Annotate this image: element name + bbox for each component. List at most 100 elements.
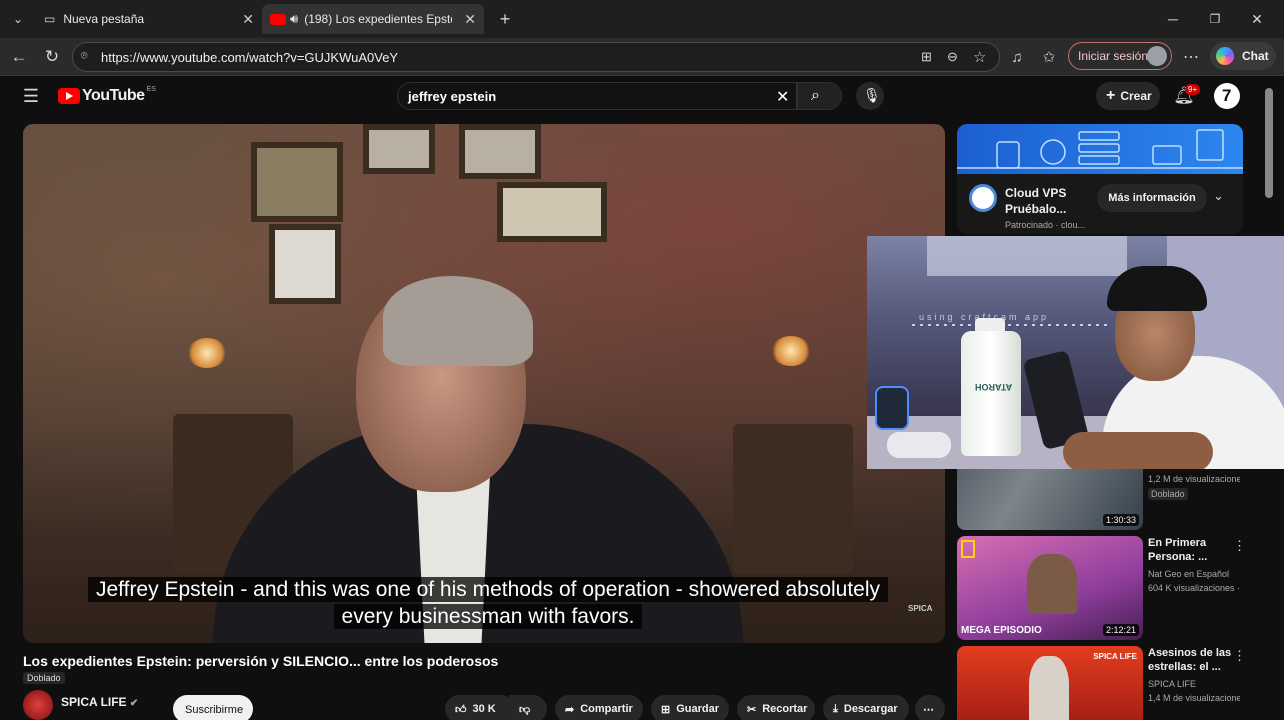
tab-strip: ⌄ ▭ Nueva pestaña ✕ 🔊︎ (198) Los expedie… xyxy=(0,0,1284,38)
share-button[interactable]: ➦ Compartir xyxy=(555,695,643,720)
minimize-icon[interactable]: ─ xyxy=(1162,8,1184,30)
video-thumbnail[interactable]: SPICA LIFE xyxy=(957,646,1143,720)
wall-frame xyxy=(269,224,341,304)
signin-label: Iniciar sesión xyxy=(1078,49,1149,63)
account-avatar[interactable]: 7 xyxy=(1214,83,1240,109)
back-arrow-icon[interactable]: ← xyxy=(8,46,30,68)
profile-avatar-icon xyxy=(1147,46,1167,66)
favorite-star-icon[interactable]: ☆ xyxy=(973,48,986,66)
subscribe-button[interactable]: Suscribirme xyxy=(173,695,253,720)
search-input[interactable]: jeffrey epstein ✕ xyxy=(397,82,797,110)
subtitle-line: every businessman with favors. xyxy=(333,604,643,629)
voice-search-button[interactable]: 🎙︎ xyxy=(856,82,884,110)
favorites-icon[interactable]: ✩ xyxy=(1038,46,1060,68)
video-title: Asesinos de las estrellas: el ... xyxy=(1148,647,1232,673)
create-button[interactable]: + Crear xyxy=(1096,82,1160,110)
app-available-icon[interactable]: ⊞ xyxy=(921,49,932,65)
tab-label: Nueva pestaña xyxy=(63,12,145,26)
thumbs-up-icon: 👍︎ xyxy=(455,703,467,716)
create-label: Crear xyxy=(1120,89,1152,103)
view-count: 604 K visualizaciones · xyxy=(1148,583,1240,593)
channel-name: SPICA LIFE xyxy=(1148,679,1197,689)
video-title: En Primera Persona: ... xyxy=(1148,537,1208,563)
more-actions-button[interactable]: ⋯ xyxy=(915,695,945,720)
spica-life-label: SPICA LIFE xyxy=(1093,652,1137,661)
search-icon: ⌕ xyxy=(811,87,820,104)
led-strip xyxy=(912,324,1112,326)
like-count: 30 K xyxy=(472,703,496,715)
tab-new-tab[interactable]: ▭ Nueva pestaña ✕ xyxy=(36,4,262,34)
sponsored-ad-card[interactable]: Cloud VPS Pruébalo... Patrocinado · clou… xyxy=(957,124,1243,234)
save-playlist-icon: ⊞ xyxy=(661,703,671,716)
speaker-device xyxy=(875,386,909,430)
close-window-icon[interactable]: ✕ xyxy=(1246,8,1268,30)
close-tab-icon[interactable]: ✕ xyxy=(464,11,476,28)
more-vertical-icon[interactable]: ⋮ xyxy=(1233,648,1246,664)
ad-sponsor: Patrocinado · clou... xyxy=(1005,220,1086,230)
lotion-bottle xyxy=(961,331,1021,456)
media-control-icon[interactable]: ♫ xyxy=(1006,46,1028,68)
browser-window: ⌄ ▭ Nueva pestaña ✕ 🔊︎ (198) Los expedie… xyxy=(0,0,1284,720)
scissors-icon: ✂ xyxy=(747,703,757,716)
speaker-hair xyxy=(383,276,533,366)
dubbed-label: Doblado xyxy=(27,673,61,683)
signin-button[interactable]: Iniciar sesión xyxy=(1068,42,1172,70)
ad-more-info-button[interactable]: Más información xyxy=(1097,184,1207,212)
chevron-down-icon[interactable]: ⌄ xyxy=(1213,188,1224,204)
new-tab-page-icon: ▭ xyxy=(44,12,56,26)
ad-banner-image xyxy=(957,124,1243,174)
url-text: https://www.youtube.com/watch?v=GUJKWuA0… xyxy=(101,50,399,65)
new-tab-plus-icon[interactable]: + xyxy=(494,8,516,30)
page-scrollbar[interactable] xyxy=(1265,88,1273,198)
youtube-play-logo-icon xyxy=(58,88,80,104)
search-button[interactable]: ⌕ xyxy=(797,82,842,110)
copilot-chat-button[interactable]: Chat xyxy=(1210,42,1276,70)
channel-name[interactable]: SPICA LIFE ✔ xyxy=(61,695,138,709)
youtube-logo[interactable]: YouTube ES xyxy=(58,85,156,105)
video-duration: 2:12:21 xyxy=(1102,624,1139,636)
lamp xyxy=(771,336,811,366)
close-tab-icon[interactable]: ✕ xyxy=(242,11,254,28)
zoom-icon[interactable]: ⊖ xyxy=(947,49,958,65)
like-button[interactable]: 👍︎ 30 K xyxy=(445,695,515,720)
more-options-icon[interactable]: ⋯ xyxy=(1180,46,1202,68)
earbuds-case xyxy=(887,432,951,458)
list-item[interactable]: MEGA EPISODIO 2:12:21 En Primera Persona… xyxy=(957,536,1246,640)
download-button[interactable]: ⤓ Descargar xyxy=(823,695,909,720)
youtube-wordmark: YouTube xyxy=(82,87,145,104)
channel-avatar[interactable] xyxy=(23,690,53,720)
thumbs-down-icon: 👎︎ xyxy=(519,703,531,716)
notification-count-badge: 9+ xyxy=(1185,84,1201,95)
tab-youtube[interactable]: 🔊︎ (198) Los expedientes Epstein ✕ xyxy=(262,4,484,34)
video-player[interactable]: Jeffrey Epstein - and this was one of hi… xyxy=(23,124,945,643)
hamburger-menu-icon[interactable]: ☰ xyxy=(20,85,42,107)
natgeo-logo-icon xyxy=(961,540,975,558)
dislike-button[interactable]: 👎︎ xyxy=(509,695,547,720)
speaker-icon[interactable]: 🔊︎ xyxy=(290,11,298,27)
dubbed-badge: Doblado xyxy=(1148,488,1188,500)
view-count: 1,4 M de visualizacione xyxy=(1148,693,1240,703)
channel-name-text: SPICA LIFE xyxy=(61,695,127,709)
list-item[interactable]: SPICA LIFE Asesinos de las estrellas: el… xyxy=(957,646,1246,720)
restore-icon[interactable]: ❐ xyxy=(1204,8,1226,30)
clip-button[interactable]: ✂ Recortar xyxy=(737,695,815,720)
more-vertical-icon[interactable]: ⋮ xyxy=(1233,538,1246,554)
subtitle-line: Jeffrey Epstein - and this was one of hi… xyxy=(87,577,889,602)
reload-icon[interactable]: ↻ xyxy=(41,46,63,68)
streamer-arm xyxy=(1063,432,1213,469)
dubbed-badge: Doblado xyxy=(23,672,65,684)
video-thumbnail[interactable]: MEGA EPISODIO 2:12:21 xyxy=(957,536,1143,640)
site-info-icon[interactable]: ⌾ xyxy=(81,50,88,63)
clear-search-icon[interactable]: ✕ xyxy=(776,87,789,107)
address-bar[interactable]: ⌾ https://www.youtube.com/watch?v=GUJKWu… xyxy=(72,42,1000,72)
wall-frame xyxy=(363,124,435,174)
save-button[interactable]: ⊞ Guardar xyxy=(651,695,729,720)
avatar-glyph-icon: 7 xyxy=(1222,86,1232,105)
youtube-favicon-icon xyxy=(270,13,286,25)
tab-label: (198) Los expedientes Epstein xyxy=(304,12,453,26)
side-table xyxy=(733,424,853,574)
wall-frame xyxy=(459,124,541,179)
region-code: ES xyxy=(146,85,156,93)
tab-list-chevron-icon[interactable]: ⌄ xyxy=(8,9,28,29)
channel-name: Nat Geo en Español xyxy=(1148,569,1230,579)
